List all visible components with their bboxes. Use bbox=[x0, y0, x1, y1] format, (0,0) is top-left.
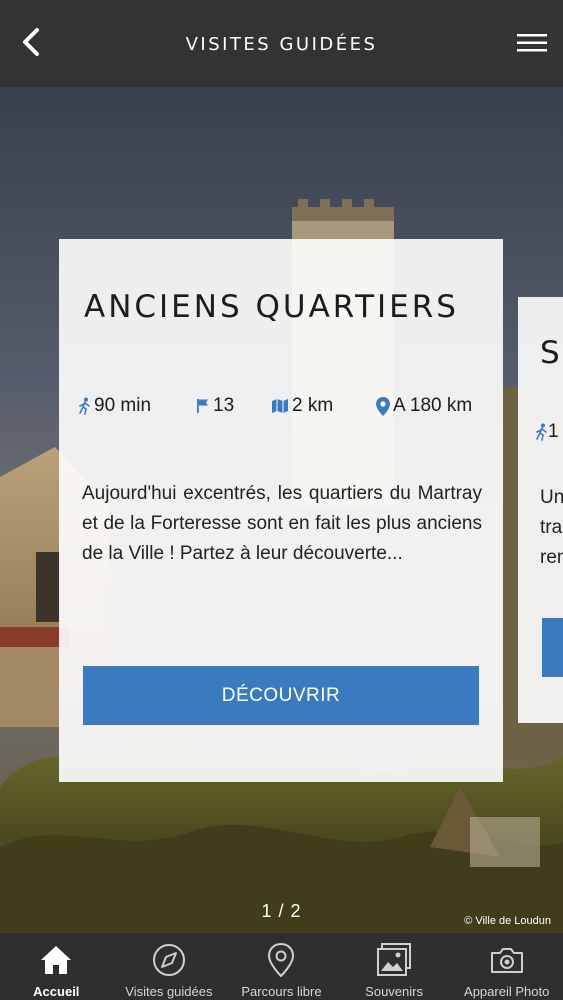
location-stat: A 180 km bbox=[376, 395, 472, 417]
duration-stat: 90 min bbox=[79, 395, 151, 417]
tour-stats: 90 min 13 2 km A 180 km bbox=[79, 395, 483, 419]
tab-label: Parcours libre bbox=[241, 984, 322, 999]
duration-value: 90 min bbox=[94, 395, 152, 416]
tab-label: Visites guidées bbox=[125, 984, 213, 999]
description-line: Un bbox=[540, 487, 563, 508]
tour-description: Aujourd'hui excentrés, les quartiers du … bbox=[82, 483, 482, 564]
home-icon bbox=[38, 942, 74, 978]
tab-appareil-photo[interactable]: Appareil Photo bbox=[450, 933, 563, 1000]
distance-stat: 2 km bbox=[271, 395, 333, 417]
tab-souvenirs[interactable]: Souvenirs bbox=[338, 933, 451, 1000]
page-title: VISITES GUIDÉES bbox=[185, 34, 378, 55]
tab-parcours-libre[interactable]: Parcours libre bbox=[225, 933, 338, 1000]
tour-title-next: S bbox=[540, 335, 560, 371]
tour-title: ANCIENS QUARTIERS bbox=[84, 289, 459, 325]
hamburger-menu-icon bbox=[517, 34, 547, 52]
photo-credit: © Ville de Loudun bbox=[464, 915, 551, 927]
bottom-tab-bar: Accueil Visites guidées Parcours libre S… bbox=[0, 933, 563, 1000]
distance-value: 2 km bbox=[292, 395, 334, 416]
tour-card[interactable]: ANCIENS QUARTIERS 90 min 13 2 km A 180 k… bbox=[59, 239, 503, 782]
tab-label: Appareil Photo bbox=[464, 984, 550, 999]
flag-icon bbox=[197, 399, 208, 413]
steps-stat: 13 bbox=[196, 395, 234, 417]
location-value: A 180 km bbox=[393, 395, 473, 416]
duration-value-next: 1 bbox=[548, 421, 559, 442]
discover-button[interactable]: DÉCOUVRIR bbox=[83, 666, 479, 725]
map-pin-icon bbox=[376, 396, 390, 416]
map-pin-icon bbox=[263, 942, 299, 978]
tab-accueil[interactable]: Accueil bbox=[0, 933, 113, 1000]
description-line: ren bbox=[540, 547, 563, 568]
steps-value: 13 bbox=[213, 395, 235, 416]
description-line: tra bbox=[540, 517, 563, 538]
walking-icon bbox=[79, 397, 90, 415]
app-screen: VISITES GUIDÉES ANCIENS QUARTIERS 90 min… bbox=[0, 0, 563, 1000]
compass-icon bbox=[151, 942, 187, 978]
discover-button-next[interactable] bbox=[542, 618, 563, 677]
map-icon bbox=[272, 399, 288, 413]
tour-card-next[interactable]: S 1 Un tra ren bbox=[518, 297, 563, 723]
tab-label: Accueil bbox=[33, 984, 80, 999]
duration-stat-next: 1 bbox=[536, 421, 559, 443]
tab-visites-guidees[interactable]: Visites guidées bbox=[113, 933, 226, 1000]
photo-gallery-icon bbox=[376, 942, 412, 978]
tab-label: Souvenirs bbox=[365, 984, 423, 999]
walking-icon bbox=[536, 423, 547, 441]
menu-button[interactable] bbox=[515, 28, 549, 58]
top-bar: VISITES GUIDÉES bbox=[0, 0, 563, 87]
tour-description-next: Un tra ren bbox=[540, 483, 563, 573]
camera-icon bbox=[489, 942, 525, 978]
